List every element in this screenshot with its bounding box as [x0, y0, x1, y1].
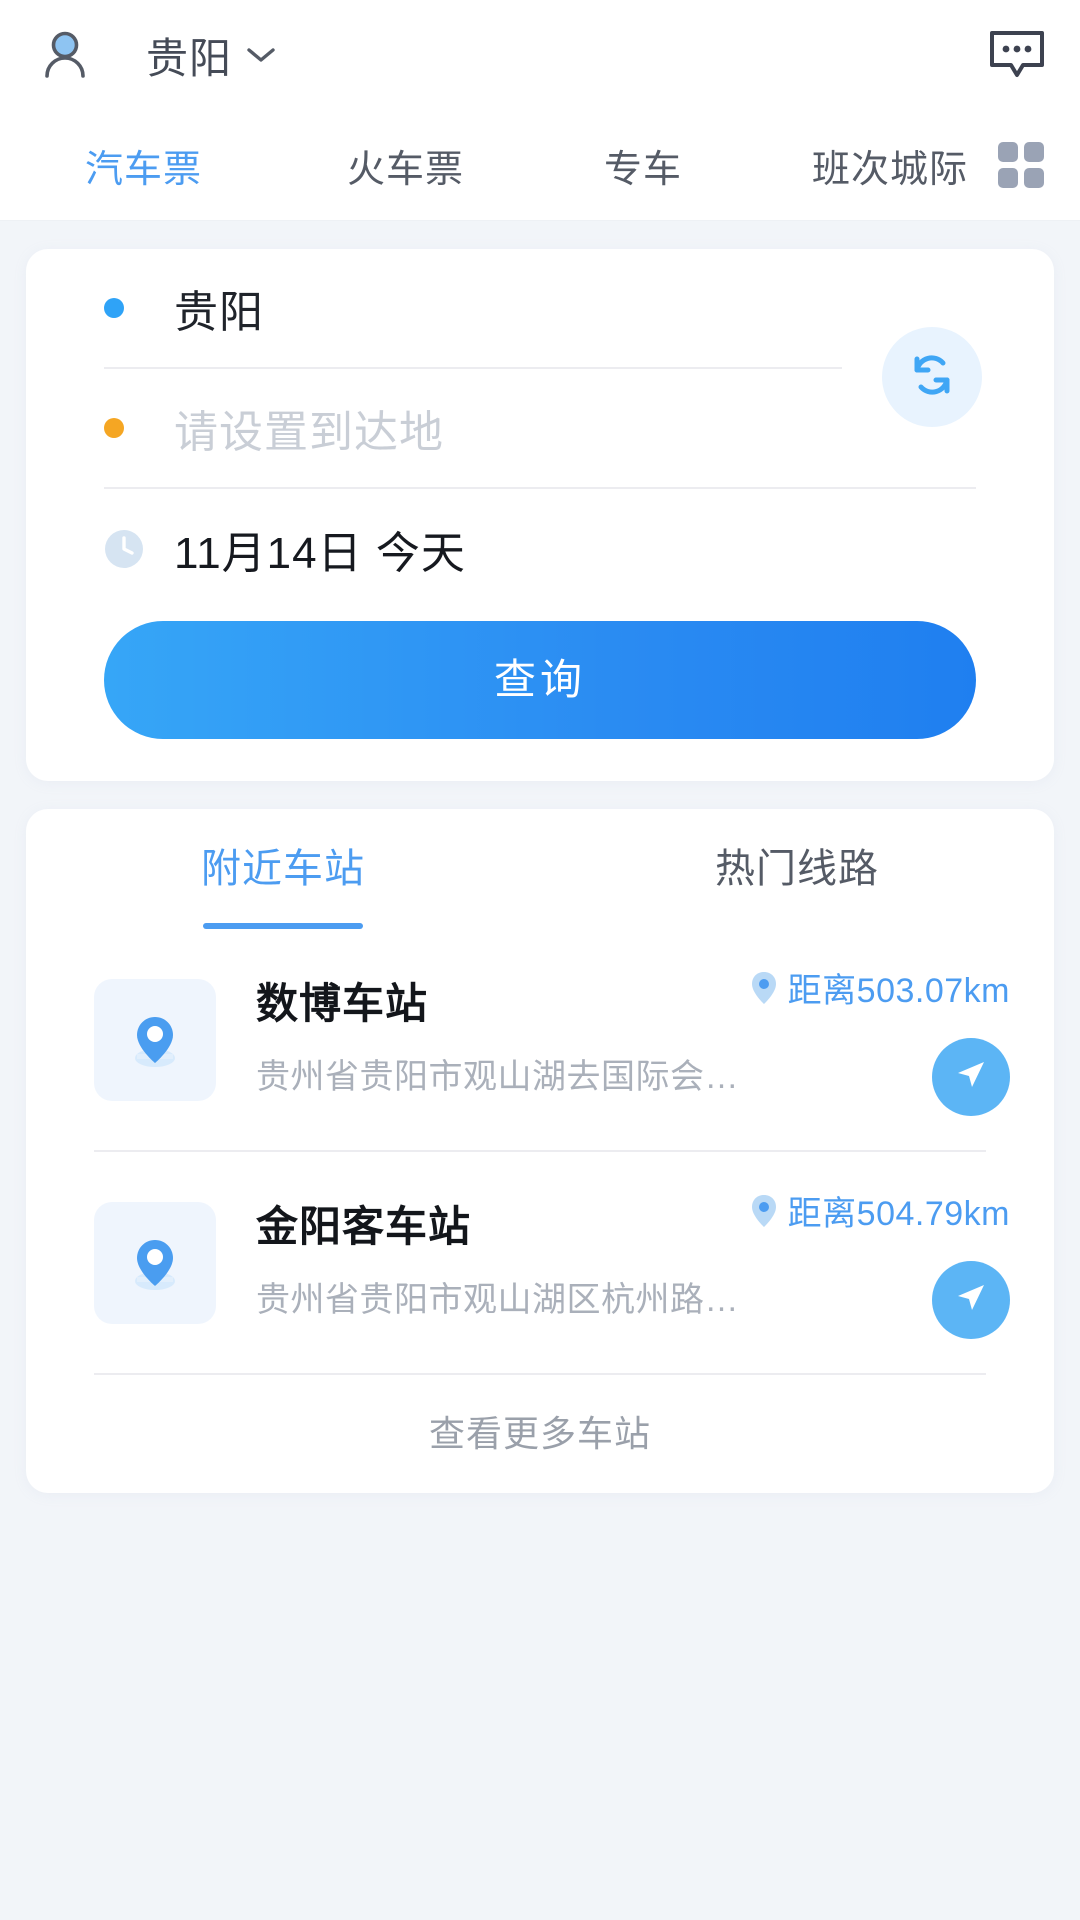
date-value: 11月14日 今天	[174, 529, 466, 578]
map-pin-icon	[94, 978, 216, 1101]
station-actions: 距离503.07km	[740, 963, 1010, 1116]
pin-small-icon	[750, 971, 778, 1005]
station-address: 贵州省贵阳市观山湖区杭州路(贵阳西南国...	[256, 1281, 740, 1320]
nav-tab-train-ticket[interactable]: 火车票	[347, 138, 464, 193]
navigate-button[interactable]	[932, 1038, 1010, 1116]
divider-destination	[104, 487, 976, 489]
station-address: 贵州省贵阳市观山湖去国际会展城	[256, 1058, 740, 1097]
nav-tab-private-car[interactable]: 专车	[604, 138, 682, 193]
destination-placeholder: 请设置到达地	[174, 408, 444, 457]
station-row[interactable]: 金阳客车站 贵州省贵阳市观山湖区杭州路(贵阳西南国... 距离504.79km	[26, 1152, 1054, 1373]
station-distance-text: 距离504.79km	[787, 1195, 1010, 1233]
view-more-stations-link[interactable]: 查看更多车站	[26, 1375, 1054, 1493]
app-root: 贵阳 汽车票 火车票 专车 班次城际 贵阳 请设置到达地 11月14日 今天 查…	[0, 0, 1080, 1920]
chat-bubble-icon[interactable]	[988, 29, 1046, 81]
map-pin-icon	[94, 1201, 216, 1324]
tab-nearby-stations[interactable]: 附近车站	[26, 809, 540, 929]
station-info: 金阳客车站 贵州省贵阳市观山湖区杭州路(贵阳西南国...	[256, 1202, 740, 1321]
chevron-down-icon	[246, 46, 276, 64]
tab-hot-routes[interactable]: 热门线路	[540, 809, 1054, 929]
grid-icon[interactable]	[996, 140, 1046, 190]
person-icon[interactable]	[36, 26, 94, 84]
station-list: 数博车站 贵州省贵阳市观山湖去国际会展城 距离503.07km 金阳客车站 贵州…	[26, 929, 1054, 1493]
departure-dot-icon	[104, 298, 124, 318]
stations-tab-list: 附近车站 热门线路	[26, 809, 1054, 929]
swap-stations-button[interactable]	[882, 327, 982, 427]
station-name: 金阳客车站	[256, 1202, 472, 1250]
nav-tab-bus-ticket[interactable]: 汽车票	[85, 138, 202, 193]
clock-icon	[104, 529, 144, 569]
station-info: 数博车站 贵州省贵阳市观山湖去国际会展城	[256, 979, 740, 1098]
tab-hot-routes-label: 热门线路	[715, 847, 879, 891]
route-block: 贵阳 请设置到达地	[26, 249, 1054, 489]
navigate-button[interactable]	[932, 1261, 1010, 1339]
query-button[interactable]: 查询	[104, 621, 976, 739]
station-distance: 距离503.07km	[750, 963, 1010, 1012]
pin-small-icon	[750, 1194, 778, 1228]
search-card: 贵阳 请设置到达地 11月14日 今天 查询	[26, 249, 1054, 781]
nav-tab-list: 汽车票 火车票 专车 班次城际	[0, 138, 996, 193]
date-field[interactable]: 11月14日 今天	[26, 489, 1054, 609]
city-name: 贵阳	[146, 34, 233, 82]
swap-refresh-icon	[905, 348, 959, 407]
stations-card: 附近车站 热门线路 数博车站 贵州省贵阳市观山湖去国际会展城 距离503.07k…	[26, 809, 1054, 1493]
station-row[interactable]: 数博车站 贵州省贵阳市观山湖去国际会展城 距离503.07km	[26, 929, 1054, 1150]
tab-nearby-stations-label: 附近车站	[201, 847, 365, 891]
header-nav-bar: 汽车票 火车票 专车 班次城际	[0, 110, 1080, 220]
destination-dot-icon	[104, 418, 124, 438]
city-selector[interactable]: 贵阳	[146, 25, 276, 86]
station-actions: 距离504.79km	[740, 1186, 1010, 1339]
station-distance-text: 距离503.07km	[787, 972, 1010, 1010]
app-header: 贵阳 汽车票 火车票 专车 班次城际	[0, 0, 1080, 221]
departure-value: 贵阳	[174, 288, 264, 337]
nav-tab-intercity[interactable]: 班次城际	[812, 138, 968, 193]
station-name: 数博车站	[256, 979, 429, 1027]
navigate-arrow-icon	[950, 1277, 992, 1324]
station-distance: 距离504.79km	[750, 1186, 1010, 1235]
header-top-bar: 贵阳	[0, 0, 1080, 110]
navigate-arrow-icon	[950, 1054, 992, 1101]
